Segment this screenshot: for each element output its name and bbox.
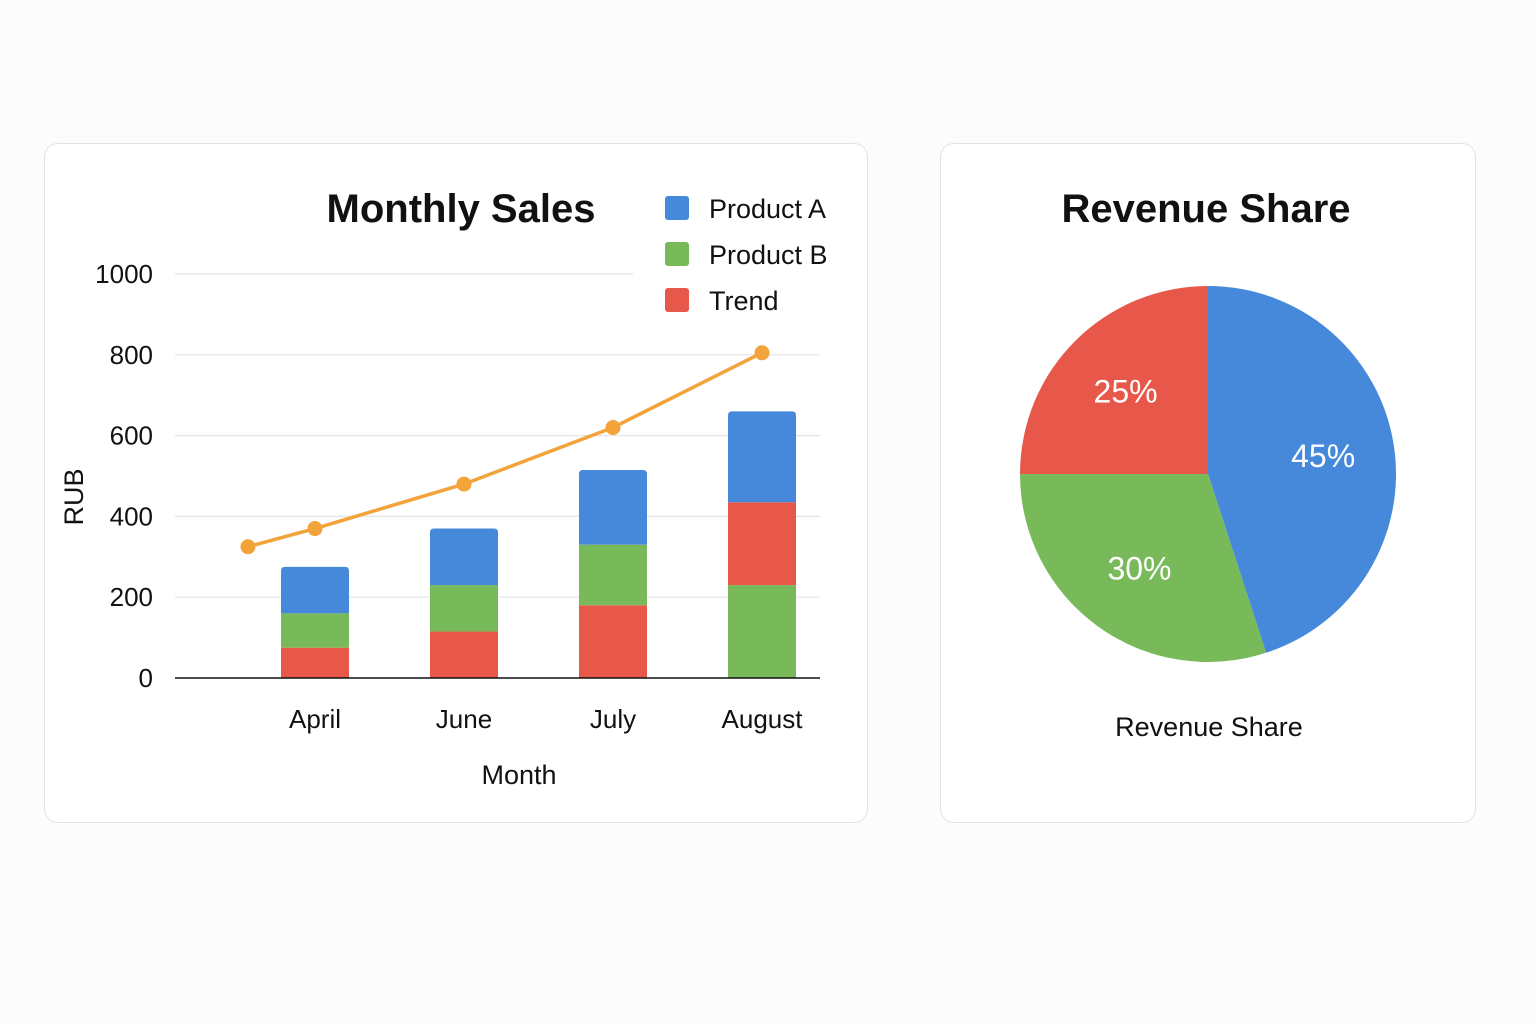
bar-segment <box>579 469 647 545</box>
bar-segment <box>579 544 647 606</box>
x-tick-label: April <box>289 704 341 734</box>
monthly-sales-chart: Monthly Sales 0 200 400 600 800 1000 April Jun… <box>59 187 828 790</box>
y-tick-label: 1000 <box>95 259 153 289</box>
y-tick-labels: 0 200 400 600 800 1000 <box>95 259 153 693</box>
x-tick-labels: April June July August <box>289 704 803 734</box>
legend-label: Product B <box>709 240 828 270</box>
bar-segment <box>281 613 349 648</box>
legend: Product A Product B Trend <box>665 194 828 316</box>
chart-title: Monthly Sales <box>327 187 596 231</box>
trend-point <box>605 420 621 436</box>
pie-slices <box>1020 286 1396 662</box>
pie-slice-label: 25% <box>1094 374 1158 410</box>
bar-segment <box>430 631 498 678</box>
legend-label: Product A <box>709 194 826 224</box>
legend-label: Trend <box>709 286 779 316</box>
bar-segment <box>430 585 498 632</box>
bar-segment <box>281 566 349 614</box>
y-tick-label: 600 <box>110 421 153 451</box>
revenue-share-chart: Revenue Share 45% 30% 25% Revenue Share <box>1020 187 1396 742</box>
y-tick-label: 200 <box>110 582 153 612</box>
x-axis-title: Month <box>481 760 556 790</box>
y-tick-label: 400 <box>110 501 153 531</box>
legend-swatch <box>665 288 689 312</box>
bar-segment <box>728 502 796 586</box>
trend-point <box>240 539 256 555</box>
monthly-sales-card: Monthly Sales 0 200 400 600 800 1000 April Jun… <box>44 143 868 823</box>
trend-point <box>456 476 472 492</box>
bars <box>281 411 796 678</box>
x-tick-label: June <box>436 704 492 734</box>
trend-point <box>754 345 770 361</box>
y-axis-title: RUB <box>59 468 89 525</box>
bar-segment <box>579 605 647 678</box>
x-tick-label: July <box>590 704 636 734</box>
y-tick-label: 0 <box>139 663 153 693</box>
pie-slice-label: 45% <box>1291 438 1355 474</box>
trend-point <box>307 521 323 537</box>
legend-swatch <box>665 242 689 266</box>
x-tick-label: August <box>722 704 804 734</box>
bar-segment <box>430 528 498 586</box>
revenue-share-card: Revenue Share 45% 30% 25% Revenue Share <box>940 143 1476 823</box>
legend-swatch <box>665 196 689 220</box>
pie-caption: Revenue Share <box>1115 712 1303 742</box>
trend-line <box>240 345 770 555</box>
trend-line-path <box>247 351 763 549</box>
pie-slice-label: 30% <box>1107 550 1171 586</box>
bar-segment <box>281 647 349 678</box>
pie-title: Revenue Share <box>1061 187 1350 231</box>
bar-segment <box>728 585 796 678</box>
bar-segment <box>728 411 796 503</box>
y-tick-label: 800 <box>110 340 153 370</box>
